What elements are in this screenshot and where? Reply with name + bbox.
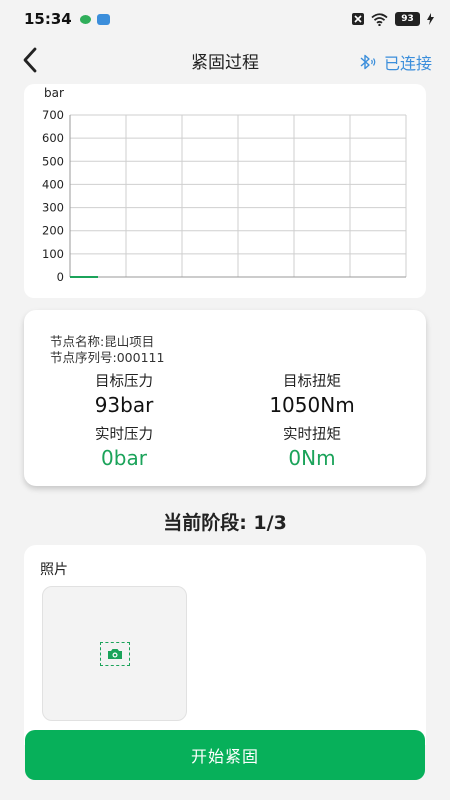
realtime-pressure-value: 0bar — [101, 446, 147, 470]
realtime-torque: 实时扭矩 0Nm — [222, 423, 402, 470]
status-time: 15:34 — [24, 10, 72, 28]
status-bar: 15:34 93 — [0, 0, 450, 38]
target-torque-label: 目标扭矩 — [283, 374, 341, 390]
status-right-icons: 93 — [352, 12, 434, 26]
wifi-icon — [371, 12, 388, 26]
target-torque-value: 1050Nm — [269, 393, 355, 417]
realtime-pressure-label: 实时压力 — [95, 427, 153, 443]
photo-label: 照片 — [40, 562, 68, 578]
bluetooth-icon — [360, 54, 376, 70]
wechat-icon — [79, 14, 91, 24]
camera-frame — [99, 641, 130, 666]
app-header: 紧固过程 已连接 — [0, 38, 450, 82]
target-pressure: 目标压力 93bar — [34, 370, 214, 417]
y-tick-label: 300 — [42, 201, 64, 215]
y-tick-label: 400 — [42, 177, 64, 191]
connection-status-label: 已连接 — [383, 54, 432, 73]
target-pressure-value: 93bar — [94, 393, 154, 417]
y-tick-label: 600 — [42, 131, 64, 145]
status-notification-icons — [79, 13, 110, 25]
y-tick-label: 700 — [42, 108, 64, 122]
y-tick-label: 500 — [42, 154, 64, 168]
photo-card: 照片 — [24, 545, 426, 745]
start-tightening-button[interactable]: 开始紧固 — [25, 730, 425, 780]
current-stage: 当前阶段: 1/3 — [163, 512, 287, 534]
connection-status-button[interactable]: 已连接 — [358, 50, 432, 74]
y-axis-label: bar — [44, 86, 64, 100]
camera-icon — [107, 648, 122, 659]
realtime-torque-value: 0Nm — [288, 446, 336, 470]
node-info-card: 节点名称:昆山项目 节点序列号:000111 目标压力 93bar 目标扭矩 1… — [24, 310, 426, 486]
battery-indicator: 93 — [395, 12, 420, 26]
realtime-pressure: 实时压力 0bar — [34, 423, 214, 470]
pressure-chart: bar 0 100 200 300 400 500 600 700 — [42, 86, 407, 284]
no-sim-icon — [352, 13, 364, 25]
app-notification-icon — [96, 13, 110, 25]
y-tick-label: 0 — [57, 270, 64, 284]
y-tick-label: 100 — [42, 247, 64, 261]
target-pressure-label: 目标压力 — [95, 374, 153, 390]
target-torque: 目标扭矩 1050Nm — [222, 370, 402, 417]
pressure-chart-card: bar 0 100 200 300 400 500 600 700 — [24, 84, 426, 298]
y-tick-label: 200 — [42, 224, 64, 238]
add-photo-button[interactable] — [42, 586, 187, 721]
node-serial: 节点序列号:000111 — [50, 350, 165, 365]
charging-icon — [427, 13, 434, 25]
realtime-torque-label: 实时扭矩 — [283, 427, 341, 443]
